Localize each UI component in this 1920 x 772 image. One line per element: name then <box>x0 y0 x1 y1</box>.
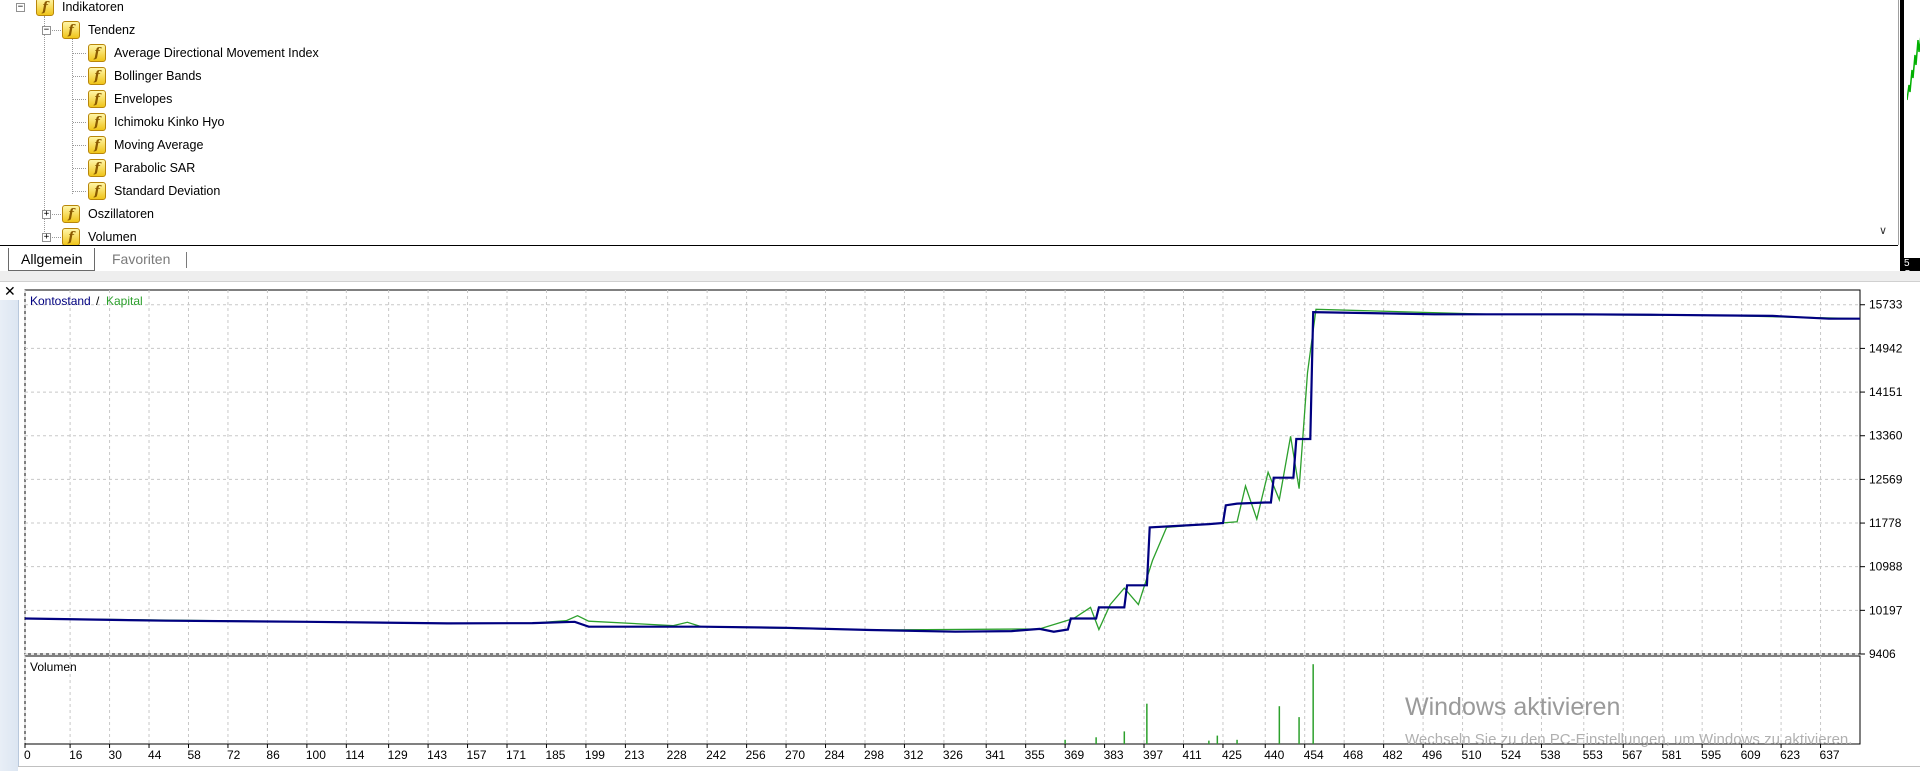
x-tick-label: 58 <box>187 748 201 762</box>
x-tick-label: 185 <box>545 748 565 762</box>
x-tick-label: 72 <box>227 748 241 762</box>
y-tick-label: 15733 <box>1869 298 1903 312</box>
x-tick-label: 454 <box>1304 748 1324 762</box>
x-tick-label: 312 <box>903 748 923 762</box>
x-tick-label: 637 <box>1820 748 1840 762</box>
x-tick-label: 30 <box>109 748 123 762</box>
x-tick-label: 581 <box>1662 748 1682 762</box>
x-tick-label: 326 <box>943 748 963 762</box>
x-tick-label: 496 <box>1422 748 1442 762</box>
y-tick-label: 14942 <box>1869 341 1903 355</box>
main-plot-frame <box>24 289 1861 655</box>
y-tick-label: 11778 <box>1869 516 1902 530</box>
x-tick-label: 242 <box>706 748 726 762</box>
x-tick-label: 284 <box>825 748 845 762</box>
y-tick-label: 12569 <box>1869 472 1903 486</box>
x-tick-label: 143 <box>427 748 447 762</box>
activation-watermark-subtitle: Wechseln Sie zu den PC-Einstellungen, um… <box>1405 731 1853 748</box>
x-tick-label: 595 <box>1701 748 1721 762</box>
x-tick-label: 44 <box>148 748 162 762</box>
legend-balance: Kontostand <box>30 294 91 308</box>
x-tick-label: 16 <box>69 748 83 762</box>
activation-watermark-title: Windows aktivieren <box>1405 693 1621 721</box>
y-tick-label: 14151 <box>1869 385 1903 399</box>
x-tick-label: 411 <box>1183 748 1202 762</box>
x-tick-label: 524 <box>1501 748 1521 762</box>
x-tick-label: 369 <box>1064 748 1084 762</box>
x-tick-label: 510 <box>1462 748 1482 762</box>
x-tick-label: 425 <box>1222 748 1242 762</box>
y-tick-label: 10988 <box>1869 560 1903 574</box>
x-tick-label: 553 <box>1583 748 1603 762</box>
x-tick-label: 199 <box>585 748 605 762</box>
x-tick-label: 0 <box>24 748 31 762</box>
x-tick-label: 256 <box>746 748 766 762</box>
x-tick-label: 623 <box>1780 748 1800 762</box>
x-tick-label: 129 <box>388 748 408 762</box>
volume-label: Volumen <box>30 660 77 674</box>
balance-chart: 9406 10197 10988 11778 12569 13360 14151 14942 1… <box>24 289 1903 762</box>
y-tick-label: 9406 <box>1869 647 1896 661</box>
y-tick-label: 10197 <box>1869 603 1903 617</box>
x-tick-label: 383 <box>1104 748 1124 762</box>
x-tick-label: 440 <box>1264 748 1284 762</box>
x-tick-label: 355 <box>1025 748 1045 762</box>
x-tick-label: 468 <box>1343 748 1363 762</box>
x-tick-label: 228 <box>667 748 687 762</box>
x-tick-label: 213 <box>624 748 644 762</box>
x-tick-label: 538 <box>1540 748 1560 762</box>
legend-equity: Kapital <box>106 294 143 308</box>
x-tick-label: 341 <box>985 748 1005 762</box>
x-tick-label: 157 <box>467 748 487 762</box>
tester-bottom-bar <box>18 766 1920 772</box>
x-tick-label: 270 <box>785 748 805 762</box>
x-tick-label: 397 <box>1143 748 1163 762</box>
x-tick-label: 482 <box>1383 748 1403 762</box>
x-tick-label: 114 <box>345 748 364 762</box>
x-tick-label: 100 <box>306 748 326 762</box>
y-tick-label: 13360 <box>1869 429 1903 443</box>
x-tick-label: 86 <box>266 748 280 762</box>
x-tick-label: 567 <box>1622 748 1642 762</box>
x-tick-label: 298 <box>864 748 884 762</box>
x-tick-label: 609 <box>1741 748 1761 762</box>
x-tick-label: 171 <box>506 748 526 762</box>
